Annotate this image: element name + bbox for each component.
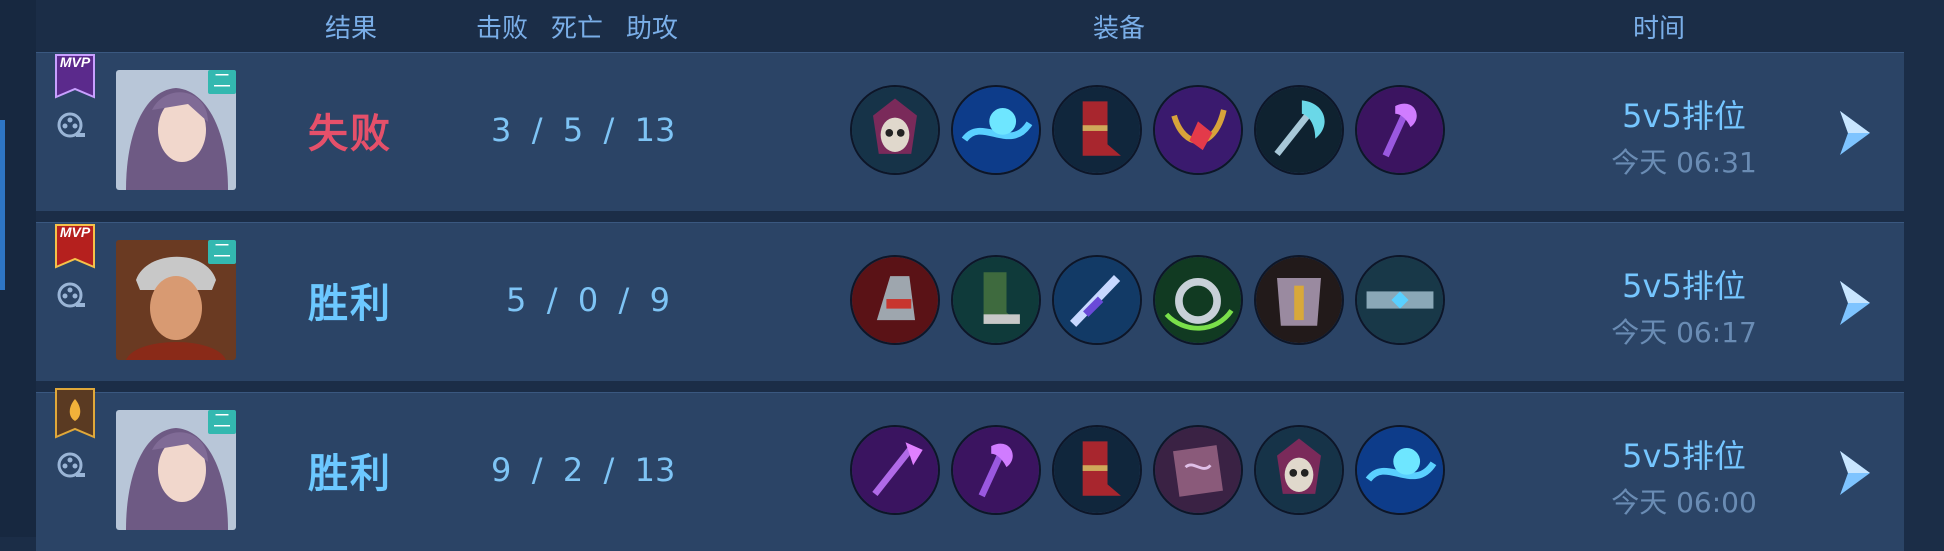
kda-score: 9 / 2 / 13 [491, 451, 676, 489]
chevron-right-icon[interactable] [1832, 445, 1880, 501]
purple-staff-icon [951, 425, 1041, 515]
mvp-badge-icon: MVP [55, 224, 95, 269]
mvp-badge-icon: MVP [55, 54, 95, 99]
hero-level-tag: 二 [208, 70, 236, 94]
kda-score: 3 / 5 / 13 [491, 111, 676, 149]
game-mode: 5v5排位 [1622, 97, 1746, 135]
hero-level-tag: 二 [208, 410, 236, 434]
jeweled-belt-icon [1355, 255, 1445, 345]
match-time: 今天 06:17 [1611, 316, 1757, 349]
ruby-necklace-icon [1153, 85, 1243, 175]
table-header: 结果 击败 死亡 助攻 装备 时间 [0, 0, 1944, 48]
header-time: 时间 [1633, 14, 1686, 44]
match-time: 今天 06:31 [1611, 146, 1757, 179]
match-row[interactable]: MVP 二 胜利 5 / 0 / 9 5v5排位 今天 06:17 [36, 222, 1904, 381]
kda-score: 5 / 0 / 9 [506, 281, 671, 319]
blue-orb-charm-icon [1355, 425, 1445, 515]
purple-staff-icon [1355, 85, 1445, 175]
chevron-right-icon[interactable] [1832, 275, 1880, 331]
header-deaths: 死亡 [551, 14, 604, 44]
header-result: 结果 [325, 14, 378, 44]
green-boots-icon [951, 255, 1041, 345]
replay-icon[interactable] [56, 281, 86, 311]
left-edge [0, 0, 36, 537]
match-row[interactable]: 二 胜利 9 / 2 / 13 5v5排位 今天 06:00 [36, 388, 1904, 551]
game-mode: 5v5排位 [1622, 437, 1746, 475]
header-kills: 击败 [476, 14, 529, 44]
red-boots-icon [1052, 85, 1142, 175]
blue-sword-icon [1052, 255, 1142, 345]
hero-level-tag: 二 [208, 240, 236, 264]
gold-flame-badge-icon [55, 388, 95, 439]
header-assists: 助攻 [626, 14, 679, 44]
match-result: 胜利 [308, 451, 392, 497]
header-equipment: 装备 [1093, 14, 1146, 44]
spell-book-icon [1153, 425, 1243, 515]
blue-orb-charm-icon [951, 85, 1041, 175]
game-mode: 5v5排位 [1622, 267, 1746, 305]
left-accent-stripe [0, 120, 5, 290]
skull-helmet-icon [1254, 425, 1344, 515]
green-ring-icon [1153, 255, 1243, 345]
skull-helmet-icon [850, 85, 940, 175]
match-time: 今天 06:00 [1611, 486, 1757, 519]
match-result: 失败 [308, 111, 392, 157]
match-row[interactable]: MVP 二 失败 3 / 5 / 13 5v5排位 今天 06:31 [36, 52, 1904, 211]
match-result: 胜利 [308, 281, 392, 327]
purple-scepter-icon [850, 425, 940, 515]
svg-text:MVP: MVP [60, 224, 91, 240]
ice-axe-icon [1254, 85, 1344, 175]
red-gauntlet-icon [850, 255, 940, 345]
chevron-right-icon[interactable] [1832, 105, 1880, 161]
svg-text:MVP: MVP [60, 54, 91, 70]
red-boots-icon [1052, 425, 1142, 515]
replay-icon[interactable] [56, 451, 86, 481]
gold-armor-icon [1254, 255, 1344, 345]
replay-icon[interactable] [56, 111, 86, 141]
